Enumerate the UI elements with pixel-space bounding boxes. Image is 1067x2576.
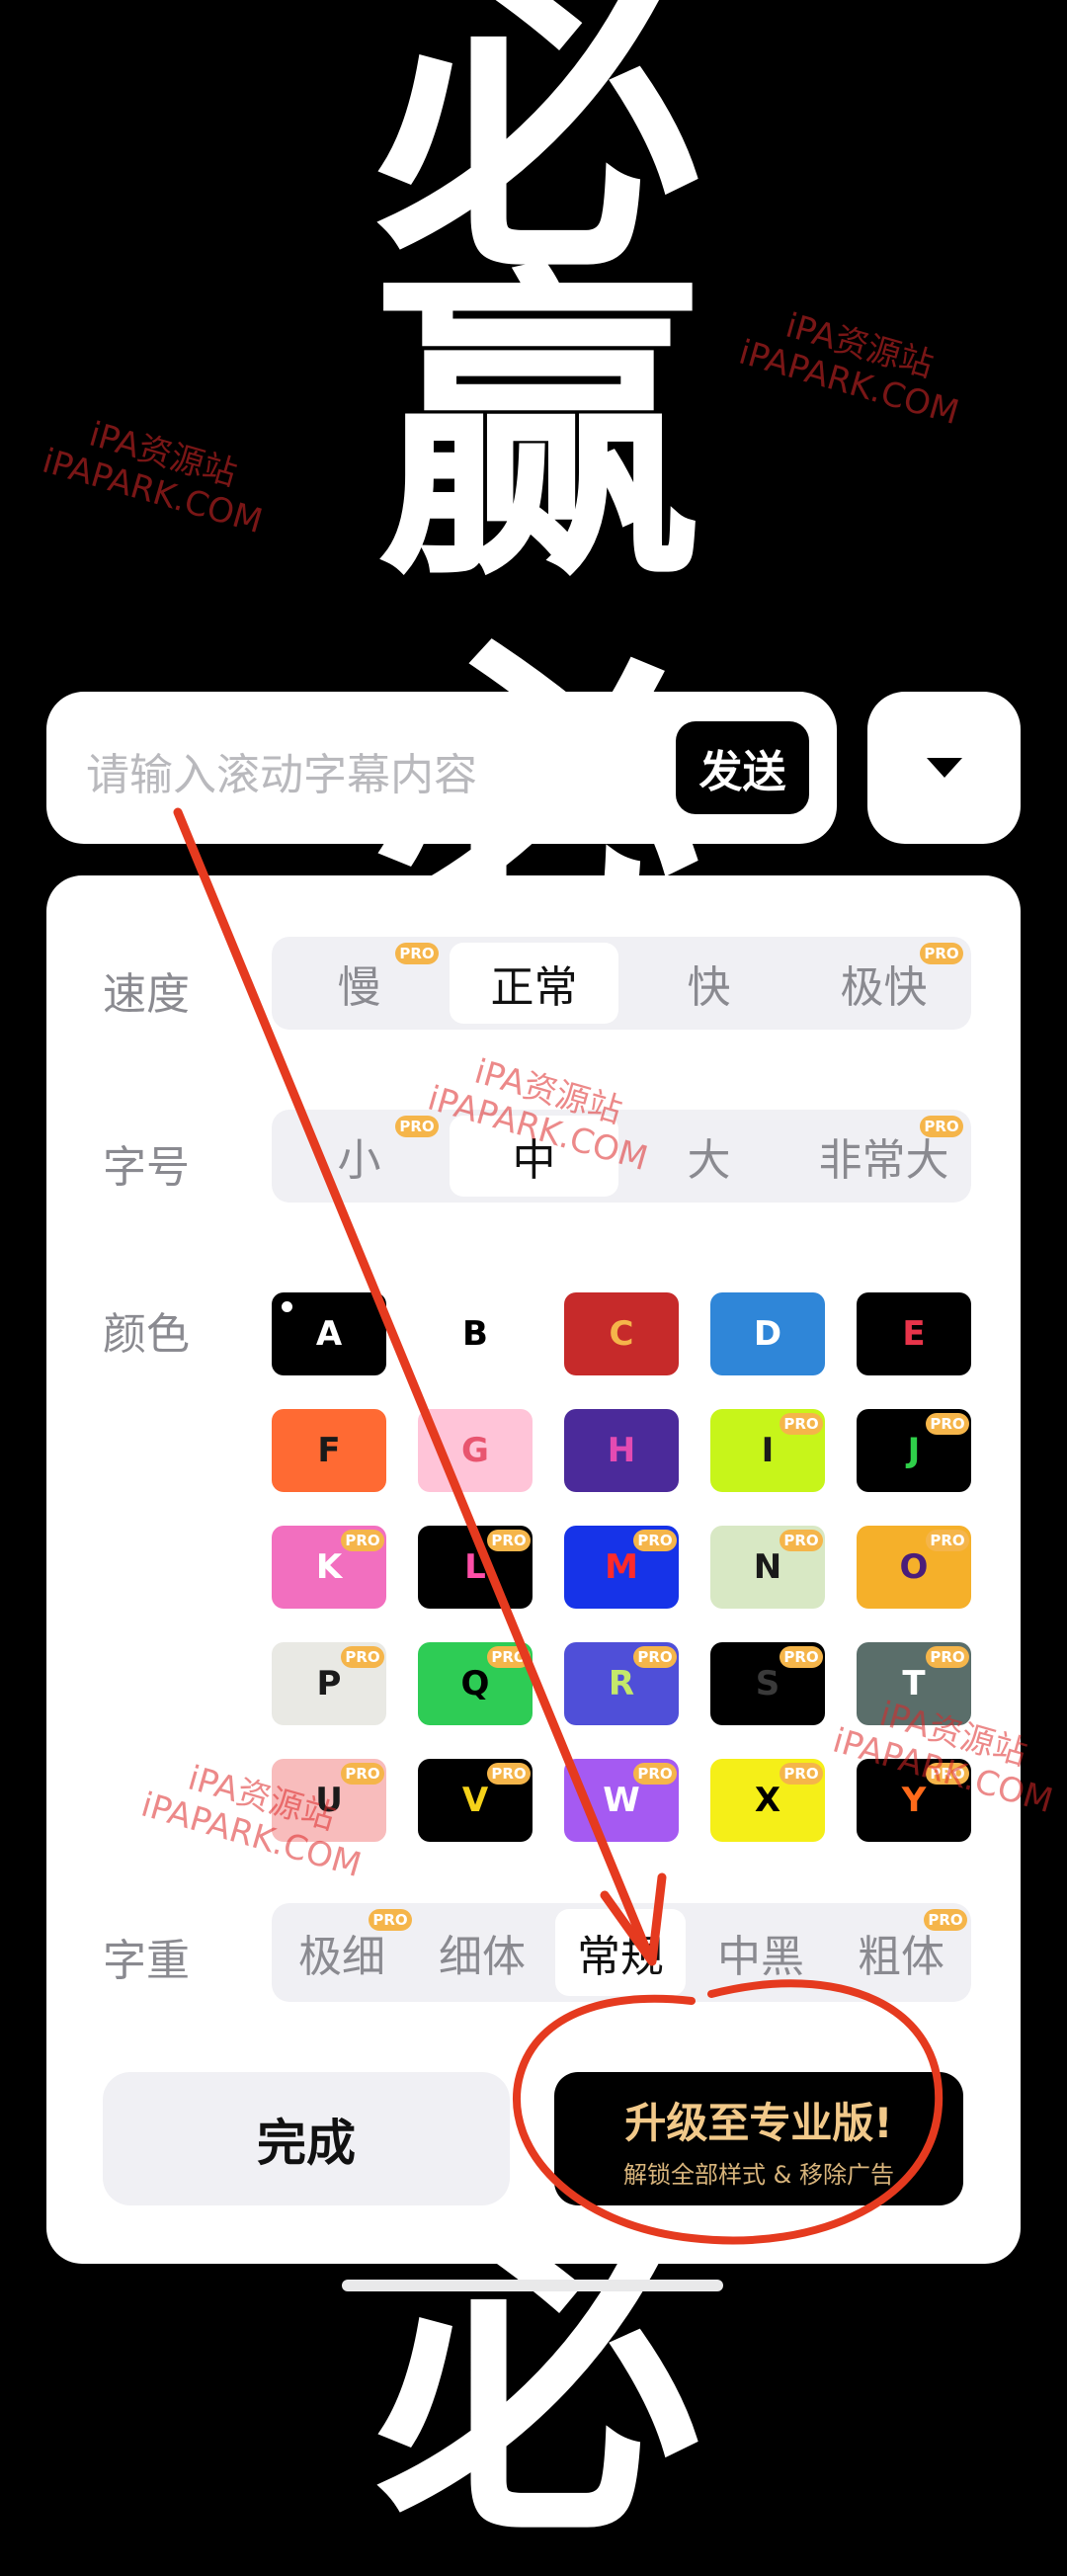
weight-option-regular[interactable]: 常规 bbox=[555, 1909, 686, 1996]
pro-badge: PRO bbox=[920, 943, 963, 964]
color-swatch-f[interactable]: F bbox=[272, 1409, 386, 1492]
font-size-option-extra-large[interactable]: 非常大 PRO bbox=[796, 1110, 971, 1203]
color-swatch-w[interactable]: W PRO bbox=[564, 1759, 679, 1842]
upgrade-subtitle: 解锁全部样式 & 移除广告 bbox=[623, 2161, 894, 2189]
swatch-letter: I bbox=[761, 1431, 775, 1470]
color-swatch-k[interactable]: K PRO bbox=[272, 1526, 386, 1609]
pro-badge: PRO bbox=[395, 943, 439, 964]
pro-badge: PRO bbox=[780, 1413, 823, 1435]
swatch-letter: J bbox=[907, 1431, 921, 1470]
swatch-letter: Y bbox=[901, 1781, 927, 1820]
marquee-text-input[interactable]: 请输入滚动字幕内容 bbox=[86, 739, 477, 802]
upgrade-pro-button[interactable]: 升级至专业版! 解锁全部样式 & 移除广告 bbox=[554, 2072, 963, 2205]
swatch-letter: A bbox=[315, 1314, 343, 1354]
color-swatch-v[interactable]: V PRO bbox=[418, 1759, 533, 1842]
speed-label: 速度 bbox=[103, 969, 190, 1020]
color-swatch-l[interactable]: L PRO bbox=[418, 1526, 533, 1609]
color-swatch-q[interactable]: Q PRO bbox=[418, 1642, 533, 1725]
pro-badge: PRO bbox=[369, 1909, 412, 1931]
swatch-letter: C bbox=[609, 1314, 634, 1354]
send-button[interactable]: 发送 bbox=[676, 721, 809, 814]
pro-badge: PRO bbox=[633, 1646, 677, 1668]
swatch-letter: O bbox=[899, 1547, 929, 1587]
color-swatch-g[interactable]: G bbox=[418, 1409, 533, 1492]
weight-option-light[interactable]: 细体 bbox=[412, 1903, 552, 2002]
color-swatch-o[interactable]: O PRO bbox=[857, 1526, 971, 1609]
color-swatch-h[interactable]: H bbox=[564, 1409, 679, 1492]
weight-option-bold[interactable]: 粗体 PRO bbox=[831, 1903, 971, 2002]
pro-badge: PRO bbox=[920, 1116, 963, 1137]
color-swatch-e[interactable]: E bbox=[857, 1292, 971, 1375]
color-swatch-s[interactable]: S PRO bbox=[710, 1642, 825, 1725]
font-size-label: 字号 bbox=[103, 1142, 190, 1193]
swatch-letter: V bbox=[461, 1781, 489, 1820]
pro-badge: PRO bbox=[633, 1530, 677, 1551]
color-swatch-a[interactable]: A bbox=[272, 1292, 386, 1375]
speed-option-slow[interactable]: 慢 PRO bbox=[272, 937, 447, 1030]
color-swatch-i[interactable]: I PRO bbox=[710, 1409, 825, 1492]
swatch-letter: K bbox=[315, 1547, 343, 1587]
speed-option-very-fast[interactable]: 极快 PRO bbox=[796, 937, 971, 1030]
color-swatch-p[interactable]: P PRO bbox=[272, 1642, 386, 1725]
color-swatch-c[interactable]: C bbox=[564, 1292, 679, 1375]
speed-segmented-control: 慢 PRO 正常 快 极快 PRO bbox=[272, 937, 971, 1030]
pro-badge: PRO bbox=[633, 1763, 677, 1785]
swatch-letter: G bbox=[461, 1431, 489, 1470]
color-label: 颜色 bbox=[103, 1309, 190, 1360]
pro-badge: PRO bbox=[780, 1763, 823, 1785]
swatch-letter: E bbox=[902, 1314, 926, 1354]
watermark: iPA资源站 iPAPARK.COM bbox=[38, 414, 267, 542]
pro-badge: PRO bbox=[487, 1530, 531, 1551]
selected-indicator-dot bbox=[282, 1301, 292, 1312]
collapse-panel-button[interactable] bbox=[867, 692, 1021, 844]
color-swatch-d[interactable]: D bbox=[710, 1292, 825, 1375]
pro-badge: PRO bbox=[341, 1763, 384, 1785]
swatch-letter: S bbox=[755, 1664, 780, 1703]
pro-badge: PRO bbox=[926, 1413, 969, 1435]
weight-option-ultralight[interactable]: 极细 PRO bbox=[272, 1903, 412, 2002]
pro-badge: PRO bbox=[341, 1646, 384, 1668]
swatch-letter: P bbox=[316, 1664, 342, 1703]
swatch-letter: H bbox=[607, 1431, 636, 1470]
color-swatch-m[interactable]: M PRO bbox=[564, 1526, 679, 1609]
marquee-text-input-bar[interactable]: 请输入滚动字幕内容 发送 bbox=[46, 692, 837, 844]
swatch-letter: F bbox=[317, 1431, 341, 1470]
color-swatch-x[interactable]: X PRO bbox=[710, 1759, 825, 1842]
swatch-letter: Q bbox=[460, 1664, 490, 1703]
triangle-down-icon bbox=[926, 758, 962, 778]
font-weight-segmented-control: 极细 PRO 细体 常规 中黑 粗体 PRO bbox=[272, 1903, 971, 2002]
done-button[interactable]: 完成 bbox=[103, 2072, 510, 2205]
pro-badge: PRO bbox=[780, 1530, 823, 1551]
font-size-option-small[interactable]: 小 PRO bbox=[272, 1110, 447, 1203]
font-weight-label: 字重 bbox=[103, 1936, 190, 1986]
weight-option-medium[interactable]: 中黑 bbox=[691, 1903, 831, 2002]
swatch-letter: D bbox=[753, 1314, 782, 1354]
home-indicator bbox=[342, 2280, 723, 2291]
pro-badge: PRO bbox=[926, 1530, 969, 1551]
speed-option-normal[interactable]: 正常 bbox=[450, 943, 618, 1024]
speed-option-fast[interactable]: 快 bbox=[621, 937, 796, 1030]
color-swatch-n[interactable]: N PRO bbox=[710, 1526, 825, 1609]
swatch-letter: W bbox=[603, 1781, 640, 1820]
swatch-letter: R bbox=[608, 1664, 635, 1703]
pro-badge: PRO bbox=[487, 1646, 531, 1668]
color-swatch-r[interactable]: R PRO bbox=[564, 1642, 679, 1725]
color-swatch-b[interactable]: B bbox=[418, 1292, 533, 1375]
pro-badge: PRO bbox=[926, 1646, 969, 1668]
marquee-preview-char: 赢 bbox=[375, 240, 701, 620]
pro-badge: PRO bbox=[924, 1909, 967, 1931]
pro-badge: PRO bbox=[341, 1530, 384, 1551]
swatch-letter: X bbox=[754, 1781, 781, 1820]
swatch-letter: B bbox=[462, 1314, 488, 1354]
pro-badge: PRO bbox=[780, 1646, 823, 1668]
watermark: iPA资源站 iPAPARK.COM bbox=[734, 305, 963, 434]
swatch-letter: N bbox=[753, 1547, 782, 1587]
color-swatch-j[interactable]: J PRO bbox=[857, 1409, 971, 1492]
swatch-letter: L bbox=[464, 1547, 486, 1587]
swatch-letter: M bbox=[605, 1547, 638, 1587]
pro-badge: PRO bbox=[487, 1763, 531, 1785]
marquee-preview-char: 必 bbox=[375, 2197, 701, 2576]
swatch-letter: T bbox=[902, 1664, 926, 1703]
upgrade-title: 升级至专业版! bbox=[624, 2099, 893, 2147]
